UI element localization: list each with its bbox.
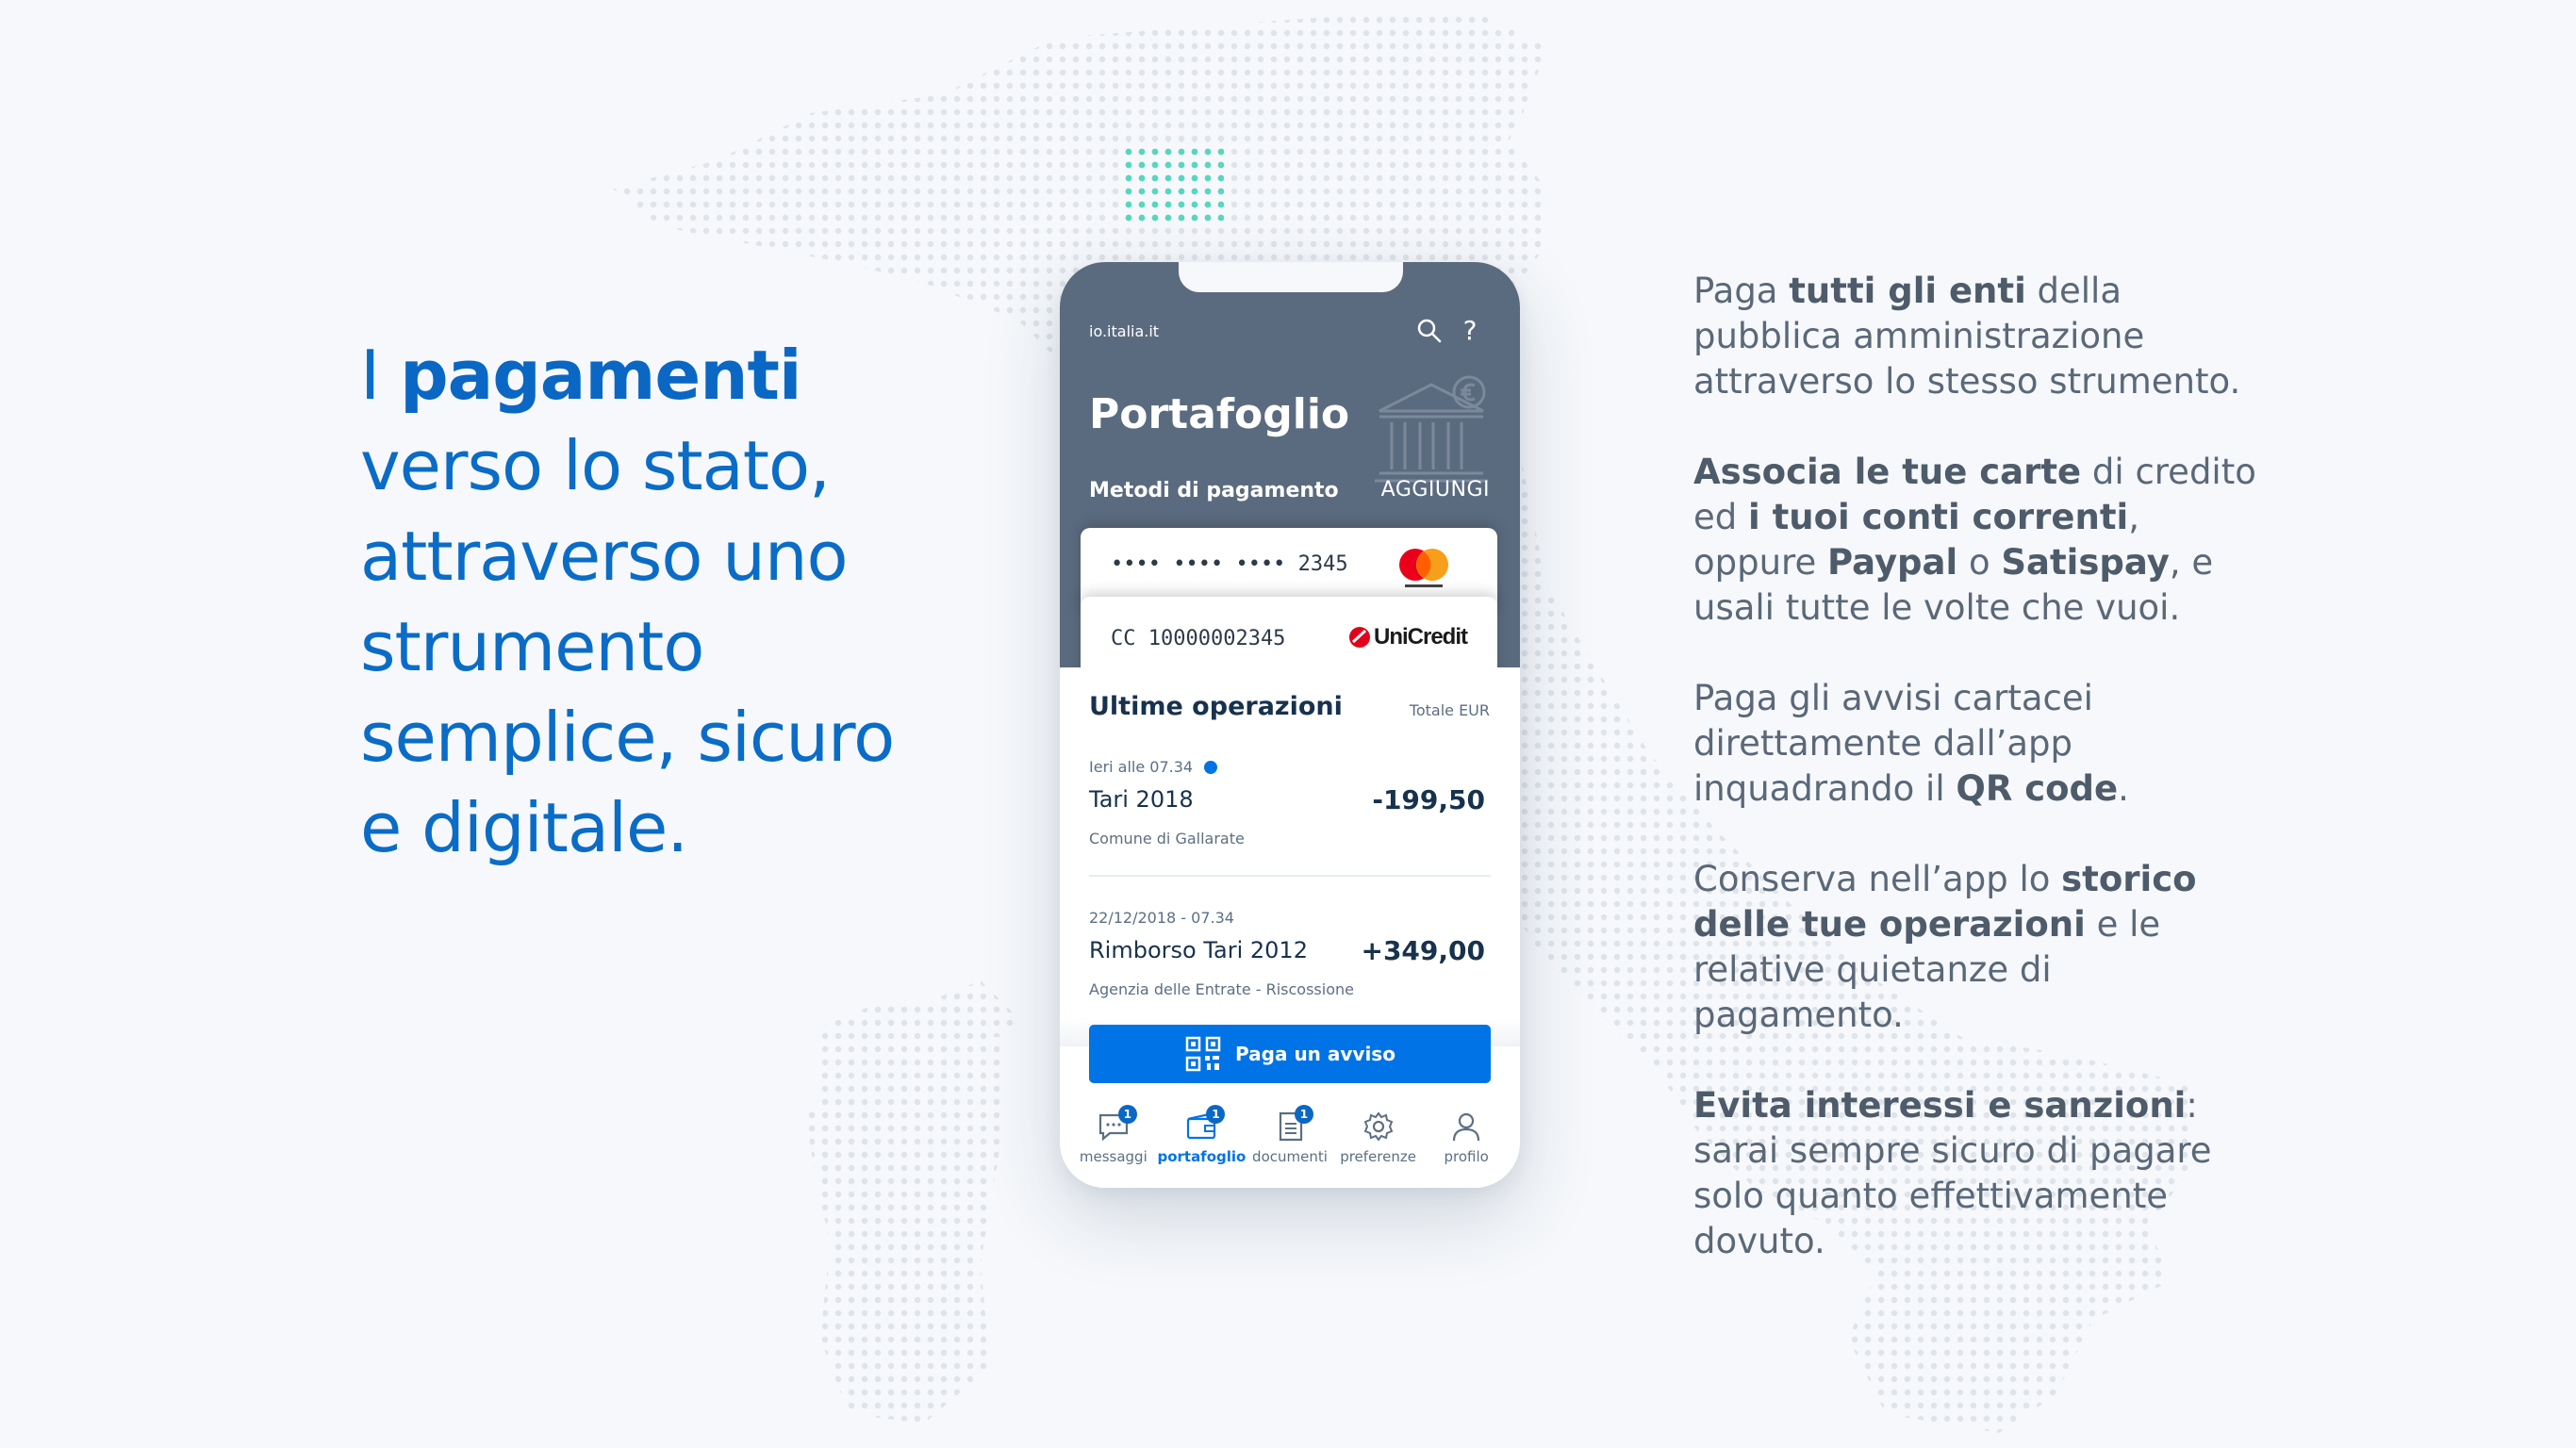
headline-line-1: I pagamenti [360, 336, 802, 415]
phone-notch [1179, 262, 1403, 292]
user-icon [1453, 1112, 1480, 1142]
tab-documenti[interactable]: 1 documenti [1247, 1105, 1332, 1188]
headline: I pagamenti verso lo stato, attraverso u… [360, 330, 945, 873]
gear-icon [1363, 1111, 1393, 1142]
pay-notice-button[interactable]: Paga un avviso [1089, 1025, 1491, 1083]
tab-label: messaggi [1079, 1148, 1148, 1165]
tab-portafoglio[interactable]: 1 portafoglio [1157, 1105, 1247, 1188]
operations-total-label: Totale EUR [1409, 701, 1490, 719]
headline-line-5: semplice, sicuro [360, 698, 895, 777]
operations-title: Ultime operazioni [1089, 692, 1343, 721]
notification-badge: 1 [1294, 1105, 1313, 1124]
payment-methods-label: Metodi di pagamento [1089, 479, 1339, 502]
tab-preferenze[interactable]: preferenze [1336, 1111, 1421, 1188]
operation-recipient: Comune di Gallarate [1089, 830, 1245, 847]
headline-emphasis: pagamenti [400, 336, 801, 415]
operation-row[interactable]: 22/12/2018 - 07.34 Rimborso Tari 2012 +3… [1089, 909, 1491, 998]
card-number: •••• •••• •••• 2345 [1111, 552, 1348, 576]
tab-profilo[interactable]: profilo [1424, 1111, 1509, 1188]
operation-amount: +349,00 [1361, 935, 1485, 966]
notification-badge: 1 [1117, 1105, 1137, 1124]
phone-mockup: io.italia.it ? Portafoglio Metodi di pag… [1060, 262, 1520, 1188]
qr-code-icon [1185, 1036, 1221, 1072]
feature-paragraph: Conserva nell’app lo storico delle tue o… [1693, 859, 2197, 1035]
unread-dot-icon [1204, 760, 1218, 774]
headline-line-3: attraverso uno [360, 517, 849, 596]
account-number: CC 10000002345 [1111, 627, 1286, 650]
feature-paragraph: Evita interessi e sanzioni: sarai sempre… [1693, 1085, 2212, 1261]
mastercard-logo [1399, 549, 1448, 587]
operation-amount: -199,50 [1372, 784, 1485, 815]
headline-line-4: strumento [360, 607, 704, 686]
unicredit-mark-icon [1349, 627, 1370, 648]
operations-section: Ultime operazioni Totale EUR Ieri alle 0… [1060, 667, 1520, 1046]
operation-row[interactable]: Ieri alle 07.34 Tari 2018 -199,50 Comune… [1089, 758, 1491, 847]
tab-label: profilo [1444, 1148, 1489, 1165]
headline-line-6: e digitale. [360, 788, 688, 867]
tab-label: portafoglio [1157, 1148, 1247, 1165]
page-title: Portafoglio [1089, 390, 1350, 438]
domain-label: io.italia.it [1089, 322, 1160, 340]
help-icon[interactable]: ? [1456, 315, 1484, 347]
headline-line-2: verso lo stato, [360, 426, 831, 505]
feature-copy: Paga tutti gli enti della pubblica ammin… [1693, 269, 2259, 1309]
unicredit-logo: UniCredit [1348, 624, 1468, 650]
notification-badge: 1 [1206, 1105, 1226, 1124]
add-payment-method-button[interactable]: AGGIUNGI [1381, 478, 1490, 502]
operation-date: 22/12/2018 - 07.34 [1089, 909, 1234, 927]
tab-messaggi[interactable]: 1 messaggi [1071, 1105, 1156, 1188]
operation-date: Ieri alle 07.34 [1089, 758, 1491, 776]
feature-paragraph: Associa le tue carte di credito ed i tuo… [1693, 452, 2256, 628]
search-icon[interactable] [1415, 317, 1444, 345]
tab-label: preferenze [1340, 1148, 1416, 1165]
operation-recipient: Agenzia delle Entrate - Riscossione [1089, 980, 1354, 998]
feature-paragraph: Paga gli avvisi cartacei direttamente da… [1693, 678, 2129, 809]
pay-notice-label: Paga un avviso [1235, 1043, 1395, 1065]
wallet-header: io.italia.it ? Portafoglio Metodi di pag… [1060, 262, 1520, 682]
bottom-tab-bar: 1 messaggi 1 portafoglio 1 documenti pre… [1060, 1105, 1520, 1188]
operation-name: Tari 2018 [1089, 786, 1194, 813]
divider [1089, 875, 1491, 877]
operation-name: Rimborso Tari 2012 [1089, 937, 1308, 963]
tab-label: documenti [1252, 1148, 1328, 1165]
feature-paragraph: Paga tutti gli enti della pubblica ammin… [1693, 271, 2241, 402]
bank-icon [1375, 375, 1488, 483]
